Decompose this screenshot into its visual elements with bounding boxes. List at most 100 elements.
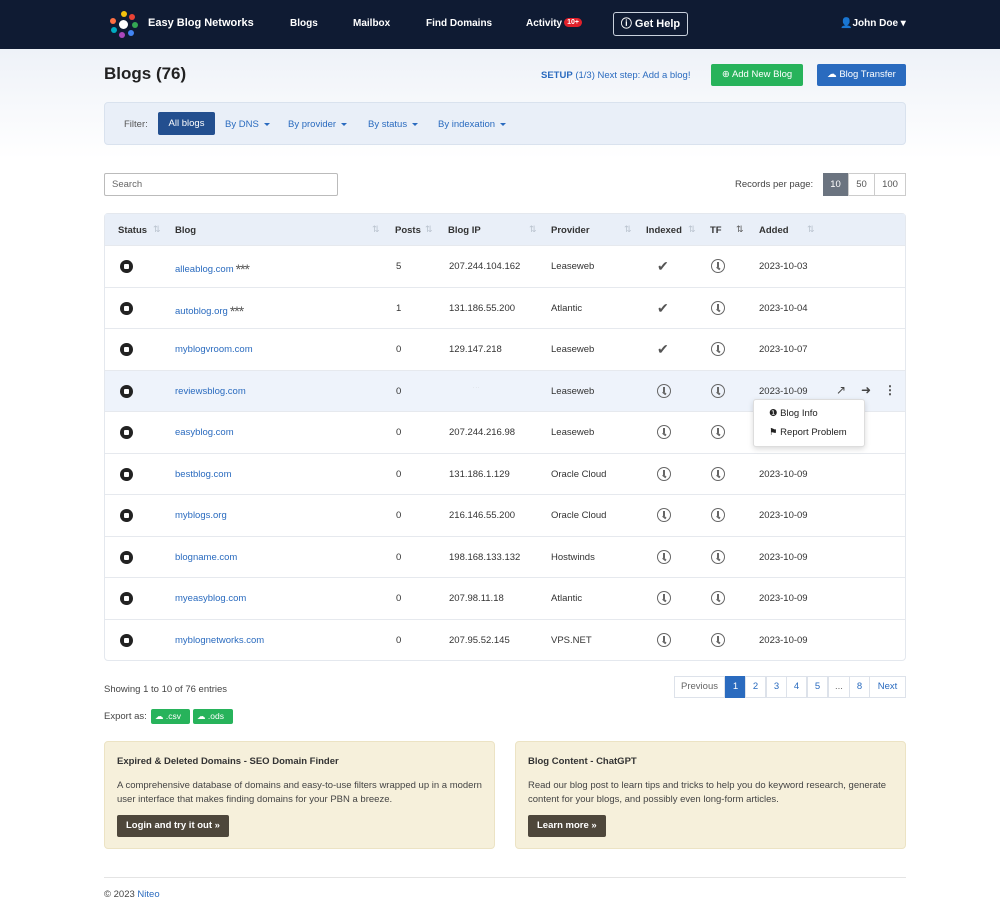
- header-status[interactable]: Status: [118, 225, 147, 236]
- nav-find-domains[interactable]: Find Domains: [426, 18, 492, 29]
- sort-icon[interactable]: ⇅: [688, 224, 696, 235]
- blog-link[interactable]: myblogvroom.com: [175, 344, 253, 355]
- sort-icon[interactable]: ⇅: [153, 224, 161, 235]
- learn-more-button[interactable]: Learn more »: [528, 815, 606, 837]
- sort-icon[interactable]: ⇅: [372, 224, 380, 235]
- header-posts[interactable]: Posts: [395, 225, 421, 236]
- more-vertical-icon[interactable]: ⋮: [884, 383, 896, 397]
- blog-link[interactable]: myblogs.org: [175, 510, 227, 521]
- table-row: bestblog.com 0 131.186.1.129 Oracle Cloud 20…: [105, 453, 905, 494]
- pagination-page-8[interactable]: 8: [849, 676, 870, 698]
- blog-link[interactable]: reviewsblog.com: [175, 386, 246, 397]
- export-label: Export as:: [104, 711, 147, 722]
- filter-by-indexation-label: By indexation: [438, 119, 496, 130]
- blog-transfer-label: Blog Transfer: [839, 69, 896, 80]
- menu-blog-info[interactable]: ❶ Blog Info: [769, 408, 818, 419]
- blog-link[interactable]: alleablog.com ***: [175, 261, 250, 277]
- added-date: 2023-10-09: [759, 386, 808, 397]
- blog-ip: 207.244.104.162: [449, 261, 521, 272]
- filter-by-provider[interactable]: By provider: [288, 119, 348, 130]
- filter-all-blogs[interactable]: All blogs: [158, 112, 215, 135]
- table-row: myblognetworks.com 0 207.95.52.145 VPS.NET 2…: [105, 619, 905, 660]
- setup-progress[interactable]: SETUP (1/3) Next step: Add a blog!: [541, 70, 690, 81]
- status-stop-icon[interactable]: [120, 509, 133, 522]
- status-stop-icon[interactable]: [120, 551, 133, 564]
- sort-desc-icon[interactable]: ⇅: [736, 224, 744, 235]
- cloud-download-icon: ☁: [197, 711, 206, 721]
- pagination-next[interactable]: Next: [869, 676, 906, 698]
- status-stop-icon[interactable]: [120, 343, 133, 356]
- login-try-button[interactable]: Login and try it out »: [117, 815, 229, 837]
- check-icon: ✔: [657, 300, 669, 316]
- status-stop-icon[interactable]: [120, 634, 133, 647]
- status-stop-icon[interactable]: [120, 260, 133, 273]
- blog-link[interactable]: myeasyblog.com: [175, 593, 246, 604]
- provider: Oracle Cloud: [551, 510, 607, 521]
- pagination-page-5[interactable]: 5: [807, 676, 828, 698]
- promo-domain-finder: Expired & Deleted Domains - SEO Domain F…: [104, 741, 495, 849]
- sort-icon[interactable]: ⇅: [425, 224, 433, 235]
- clock-icon: [657, 633, 671, 647]
- filter-by-indexation[interactable]: By indexation: [438, 119, 507, 130]
- asterisk-icons: ***: [235, 261, 250, 277]
- setup-text: Next step: Add a blog!: [597, 70, 691, 81]
- footer-company-link[interactable]: Niteo: [137, 889, 159, 900]
- pagination-page-1[interactable]: 1: [725, 676, 746, 698]
- filter-by-status[interactable]: By status: [368, 119, 419, 130]
- get-help-button[interactable]: ⓘ Get Help: [613, 12, 688, 36]
- header-added[interactable]: Added: [759, 225, 789, 236]
- status-stop-icon[interactable]: [120, 385, 133, 398]
- added-date: 2023-10-09: [759, 635, 808, 646]
- chevron-down-icon: ▾: [900, 18, 906, 29]
- filter-by-dns[interactable]: By DNS: [225, 119, 270, 130]
- header-provider[interactable]: Provider: [551, 225, 590, 236]
- posts-count: 0: [396, 635, 402, 646]
- pagination-page-4[interactable]: 4: [786, 676, 807, 698]
- records-100-button[interactable]: 100: [874, 173, 906, 196]
- header-tf[interactable]: TF: [710, 225, 722, 236]
- menu-report-problem[interactable]: ⚑ Report Problem: [769, 427, 847, 438]
- login-icon[interactable]: ➜: [861, 383, 871, 397]
- menu-blog-info-label: Blog Info: [780, 408, 818, 419]
- ip-loading-icon: · · ·: [473, 385, 480, 390]
- table-row: autoblog.org *** 1 131.186.55.200 Atlantic ✔ 2…: [105, 287, 905, 328]
- pagination-previous[interactable]: Previous: [674, 676, 725, 698]
- header-blog-ip[interactable]: Blog IP: [448, 225, 481, 236]
- export-csv-button[interactable]: ☁ .csv: [151, 709, 190, 724]
- add-new-blog-button[interactable]: ⊕ Add New Blog: [711, 64, 803, 86]
- export-ods-button[interactable]: ☁ .ods: [193, 709, 233, 724]
- page-title: Blogs (76): [104, 64, 187, 83]
- sort-icon[interactable]: ⇅: [807, 224, 815, 235]
- blog-link[interactable]: autoblog.org ***: [175, 303, 244, 319]
- records-50-button[interactable]: 50: [848, 173, 875, 196]
- blog-transfer-button[interactable]: ☁ Blog Transfer: [817, 64, 906, 86]
- status-stop-icon[interactable]: [120, 592, 133, 605]
- external-link-icon[interactable]: ↗: [836, 383, 846, 397]
- sort-icon[interactable]: ⇅: [529, 224, 537, 235]
- top-navbar: Easy Blog Networks Blogs Mailbox Find Do…: [0, 0, 1000, 49]
- sort-icon[interactable]: ⇅: [624, 224, 632, 235]
- brand-logo-icon[interactable]: [110, 11, 138, 39]
- promo-chatgpt: Blog Content - ChatGPT Read our blog pos…: [515, 741, 906, 849]
- pagination-page-2[interactable]: 2: [745, 676, 766, 698]
- blog-link[interactable]: bestblog.com: [175, 469, 232, 480]
- blog-link[interactable]: easyblog.com: [175, 427, 234, 438]
- user-menu[interactable]: 👤John Doe ▾: [840, 18, 906, 29]
- status-stop-icon[interactable]: [120, 468, 133, 481]
- status-stop-icon[interactable]: [120, 302, 133, 315]
- nav-blogs[interactable]: Blogs: [290, 18, 318, 29]
- nav-activity[interactable]: Activity 10+: [526, 18, 582, 29]
- provider: Leaseweb: [551, 344, 595, 355]
- search-input[interactable]: [104, 173, 338, 196]
- nav-mailbox[interactable]: Mailbox: [353, 18, 390, 29]
- status-stop-icon[interactable]: [120, 426, 133, 439]
- records-10-button[interactable]: 10: [823, 173, 848, 196]
- blog-link[interactable]: blogname.com: [175, 552, 237, 563]
- added-date: 2023-10-04: [759, 303, 808, 314]
- brand-name[interactable]: Easy Blog Networks: [148, 17, 254, 29]
- header-blog[interactable]: Blog: [175, 225, 196, 236]
- caret-down-icon: [341, 122, 348, 126]
- header-indexed[interactable]: Indexed: [646, 225, 682, 236]
- blog-link[interactable]: myblognetworks.com: [175, 635, 264, 646]
- pagination-page-3[interactable]: 3: [766, 676, 787, 698]
